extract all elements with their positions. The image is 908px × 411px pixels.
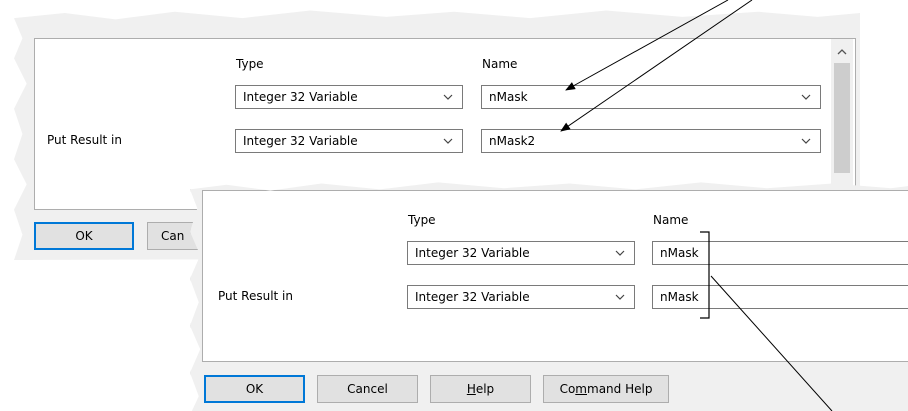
chevron-down-icon	[443, 94, 453, 100]
put-result-label: Put Result in	[47, 133, 122, 147]
cancel-button-label: Can	[161, 229, 185, 243]
put-result-label: Put Result in	[218, 289, 293, 303]
type-select-value: Integer 32 Variable	[415, 290, 530, 304]
name-select-value: nMask2	[489, 134, 536, 148]
command-help-button-label: Command Help	[559, 382, 653, 396]
vertical-scrollbar[interactable]	[831, 39, 853, 207]
chevron-down-icon	[443, 138, 453, 144]
name-select-value: nMask	[489, 90, 528, 104]
chevron-down-icon	[801, 94, 811, 100]
help-button-label: Help	[466, 382, 495, 396]
help-button[interactable]: Help	[430, 375, 531, 403]
chevron-down-icon	[615, 250, 625, 256]
scrollbar-thumb[interactable]	[834, 63, 850, 173]
name-select-row2[interactable]: nMask2	[481, 129, 821, 153]
name-input-row2[interactable]: nMask	[652, 285, 908, 309]
type-select-value: Integer 32 Variable	[243, 90, 358, 104]
type-select-row2[interactable]: Integer 32 Variable	[235, 129, 463, 153]
ok-button-label: OK	[75, 229, 93, 243]
name-input-value: nMask	[660, 290, 699, 304]
type-select-row2[interactable]: Integer 32 Variable	[407, 285, 635, 309]
name-column-header: Name	[653, 213, 689, 227]
name-column-header: Name	[482, 57, 518, 71]
command-help-button[interactable]: Command Help	[543, 375, 669, 403]
type-select-value: Integer 32 Variable	[415, 246, 530, 260]
ok-button[interactable]: OK	[34, 222, 134, 250]
cancel-button[interactable]: Cancel	[317, 375, 418, 403]
ok-button-label: OK	[245, 382, 264, 396]
dialog-before: Type Name Put Result in Integer 32 Varia…	[190, 182, 908, 411]
ok-button[interactable]: OK	[204, 375, 305, 403]
name-select-row1[interactable]: nMask	[481, 85, 821, 109]
chevron-down-icon	[615, 294, 625, 300]
type-select-row1[interactable]: Integer 32 Variable	[235, 85, 463, 109]
type-column-header: Type	[236, 57, 264, 71]
type-select-row1[interactable]: Integer 32 Variable	[407, 241, 635, 265]
type-select-value: Integer 32 Variable	[243, 134, 358, 148]
chevron-up-icon[interactable]	[836, 47, 848, 57]
name-input-row1[interactable]: nMask	[652, 241, 908, 265]
name-input-value: nMask	[660, 246, 699, 260]
chevron-down-icon	[801, 138, 811, 144]
type-column-header: Type	[408, 213, 436, 227]
result-groupbox: Type Name Put Result in Integer 32 Varia…	[202, 190, 908, 362]
documentation-figure: Type Name Put Result in Integer 32 Varia…	[0, 0, 908, 411]
cancel-button-label: Cancel	[347, 382, 388, 396]
